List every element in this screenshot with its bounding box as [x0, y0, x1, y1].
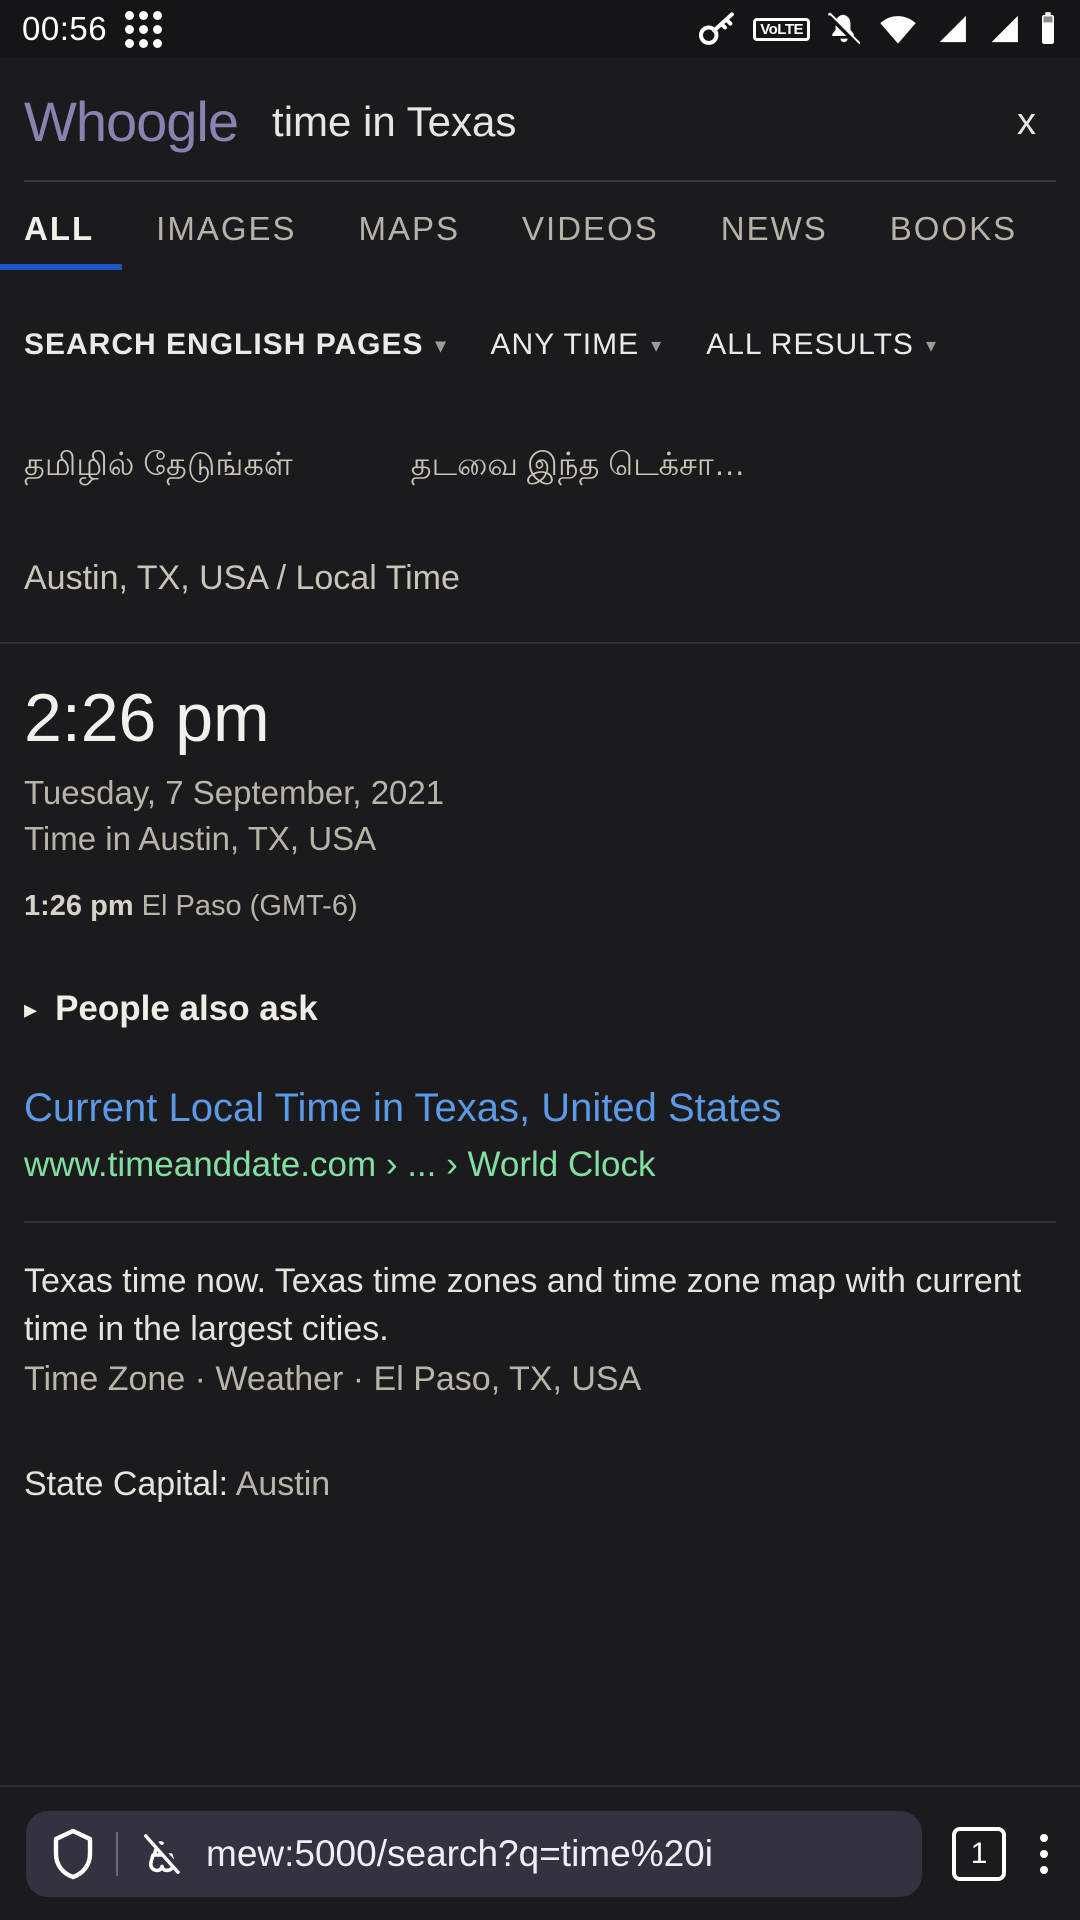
result-divider: [24, 1221, 1056, 1223]
signal-sim1-icon: [934, 12, 970, 46]
filter-results-label: ALL RESULTS: [706, 328, 914, 361]
other-timezone-row: 1:26 pm El Paso (GMT-6): [0, 890, 1080, 923]
time-card-divider: [0, 642, 1080, 644]
result-sublinks[interactable]: Time Zone · Weather · El Paso, TX, USA: [0, 1360, 1080, 1399]
result-extra-label: State Capital:: [24, 1464, 229, 1503]
filter-time-label: ANY TIME: [490, 328, 640, 361]
people-also-ask-label: People also ask: [55, 989, 318, 1028]
tab-news[interactable]: NEWS: [721, 210, 828, 270]
notifications-muted-icon: [826, 11, 862, 47]
volte-icon: VoLTE: [753, 17, 810, 41]
url-text[interactable]: mew:5000/search?q=time%20i: [206, 1833, 898, 1875]
filter-results[interactable]: ALL RESULTS ▾: [706, 328, 937, 362]
tab-books[interactable]: BOOKS: [890, 210, 1017, 270]
wifi-icon: [878, 12, 918, 46]
vpn-key-icon: [699, 12, 737, 46]
result-description: Texas time now. Texas time zones and tim…: [24, 1262, 1022, 1349]
clear-search-button[interactable]: x: [1017, 103, 1056, 141]
filter-time[interactable]: ANY TIME ▾: [491, 328, 663, 362]
search-header: Whoogle time in Texas x: [0, 58, 1080, 150]
tab-images[interactable]: IMAGES: [156, 210, 296, 270]
tab-count-button[interactable]: 1: [952, 1826, 1006, 1881]
filter-language[interactable]: SEARCH ENGLISH PAGES ▾: [24, 328, 447, 362]
header-divider: [24, 180, 1056, 182]
other-timezone-time: 1:26 pm: [24, 890, 134, 922]
search-results-page: Whoogle time in Texas x ALL IMAGES MAPS …: [0, 58, 1080, 1513]
chevron-down-icon: ▾: [435, 334, 447, 357]
tab-all[interactable]: ALL: [0, 210, 123, 270]
people-also-ask-toggle[interactable]: ▸ People also ask: [0, 989, 1080, 1029]
shield-icon[interactable]: [50, 1828, 96, 1880]
other-timezone-label: El Paso (GMT-6): [141, 890, 358, 922]
language-suggestion-1[interactable]: தமிழில் தேடுங்கள்: [24, 446, 293, 487]
browser-bottom-bar: mew:5000/search?q=time%20i 1: [0, 1785, 1080, 1920]
whoogle-logo[interactable]: Whoogle: [24, 94, 239, 150]
current-time: 2:26 pm: [24, 680, 270, 756]
tab-maps[interactable]: MAPS: [359, 210, 461, 270]
kebab-menu-icon[interactable]: [1040, 1833, 1048, 1874]
url-bar-separator: [116, 1831, 118, 1876]
signal-sim2-icon: [986, 12, 1022, 46]
result-extra-fact: State Capital: Austin: [0, 1465, 1080, 1504]
result-url-breadcrumb[interactable]: www.timeanddate.com › ... › World Clock: [0, 1145, 1080, 1185]
status-bar-clock: 00:56: [22, 10, 108, 47]
language-suggestion-row: தமிழில் தேடுங்கள் தடவை இந்த டெக்சா…: [0, 446, 1080, 487]
current-date: Tuesday, 7 September, 2021: [24, 774, 445, 811]
search-tabs: ALL IMAGES MAPS VIDEOS NEWS BOOKS: [0, 210, 1080, 270]
filter-language-label: SEARCH ENGLISH PAGES: [24, 328, 424, 361]
triangle-right-icon: ▸: [24, 993, 38, 1024]
tab-videos[interactable]: VIDEOS: [522, 210, 659, 270]
chevron-down-icon: ▾: [651, 334, 663, 357]
time-card-title: Austin, TX, USA / Local Time: [24, 559, 460, 597]
filter-row: SEARCH ENGLISH PAGES ▾ ANY TIME ▾ ALL RE…: [0, 328, 1080, 362]
chevron-down-icon: ▾: [925, 334, 937, 357]
result-extra-value: Austin: [235, 1464, 331, 1503]
current-location: Time in Austin, TX, USA: [24, 820, 377, 857]
battery-icon: [1038, 11, 1058, 47]
url-bar[interactable]: mew:5000/search?q=time%20i: [26, 1810, 922, 1897]
language-suggestion-2[interactable]: தடவை இந்த டெக்சா…: [411, 446, 746, 487]
search-input[interactable]: time in Texas: [272, 101, 516, 143]
app-grid-icon: [125, 10, 163, 48]
result-title-link[interactable]: Current Local Time in Texas, United Stat…: [0, 1085, 1080, 1131]
status-bar: 00:56 VoLTE: [0, 0, 1080, 58]
incognito-mask-icon: [138, 1830, 186, 1878]
